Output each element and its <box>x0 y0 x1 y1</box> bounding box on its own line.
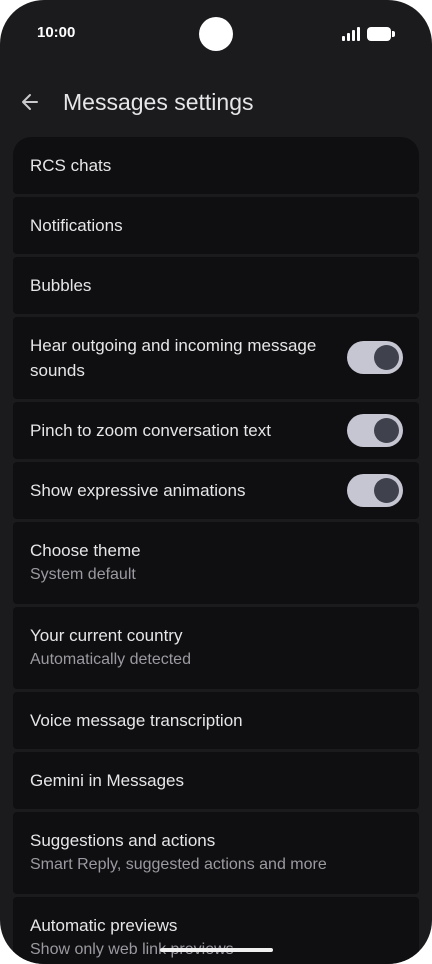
setting-suggestions[interactable]: Suggestions and actions Smart Reply, sug… <box>13 812 419 894</box>
toggle-knob <box>374 418 399 443</box>
toggle-knob <box>374 478 399 503</box>
setting-label: Hear outgoing and incoming message sound… <box>30 336 317 380</box>
camera-cutout <box>199 17 233 51</box>
setting-choose-theme[interactable]: Choose theme System default <box>13 522 419 604</box>
signal-icon <box>342 27 362 41</box>
setting-label: Choose theme <box>30 541 141 560</box>
phone-screen: 10:00 Messages settings RCS chats Notifi… <box>0 0 432 964</box>
setting-label: Gemini in Messages <box>30 771 185 790</box>
setting-automatic-previews[interactable]: Automatic previews Show only web link pr… <box>13 897 419 964</box>
page-title: Messages settings <box>63 89 254 115</box>
app-bar: Messages settings <box>0 78 432 128</box>
back-button[interactable] <box>14 86 46 118</box>
status-bar: 10:00 <box>0 0 432 70</box>
setting-hear-sounds[interactable]: Hear outgoing and incoming message sound… <box>13 317 419 399</box>
setting-value: Smart Reply, suggested actions and more <box>30 856 327 873</box>
setting-label: Notifications <box>30 216 123 235</box>
setting-gemini[interactable]: Gemini in Messages <box>13 752 419 809</box>
setting-label: Suggestions and actions <box>30 831 216 850</box>
battery-icon <box>367 27 395 41</box>
setting-label: RCS chats <box>30 156 112 175</box>
setting-expressive-animations[interactable]: Show expressive animations <box>13 462 419 519</box>
setting-pinch-zoom[interactable]: Pinch to zoom conversation text <box>13 402 419 459</box>
home-indicator[interactable] <box>160 948 273 952</box>
setting-bubbles[interactable]: Bubbles <box>13 257 419 314</box>
toggle-knob <box>374 345 399 370</box>
setting-current-country[interactable]: Your current country Automatically detec… <box>13 607 419 689</box>
hear-sounds-toggle[interactable] <box>347 341 403 374</box>
setting-label: Automatic previews <box>30 916 178 935</box>
setting-value: Automatically detected <box>30 651 191 668</box>
setting-rcs-chats[interactable]: RCS chats <box>13 137 419 194</box>
settings-list: RCS chats Notifications Bubbles Hear out… <box>13 137 419 964</box>
arrow-left-icon <box>22 94 38 110</box>
status-time: 10:00 <box>37 24 76 41</box>
setting-label: Bubbles <box>30 276 92 295</box>
setting-label: Voice message transcription <box>30 711 243 730</box>
setting-notifications[interactable]: Notifications <box>13 197 419 254</box>
setting-voice-transcription[interactable]: Voice message transcription <box>13 692 419 749</box>
setting-value: System default <box>30 566 136 583</box>
pinch-zoom-toggle[interactable] <box>347 414 403 447</box>
expressive-animations-toggle[interactable] <box>347 474 403 507</box>
setting-label: Your current country <box>30 626 183 645</box>
